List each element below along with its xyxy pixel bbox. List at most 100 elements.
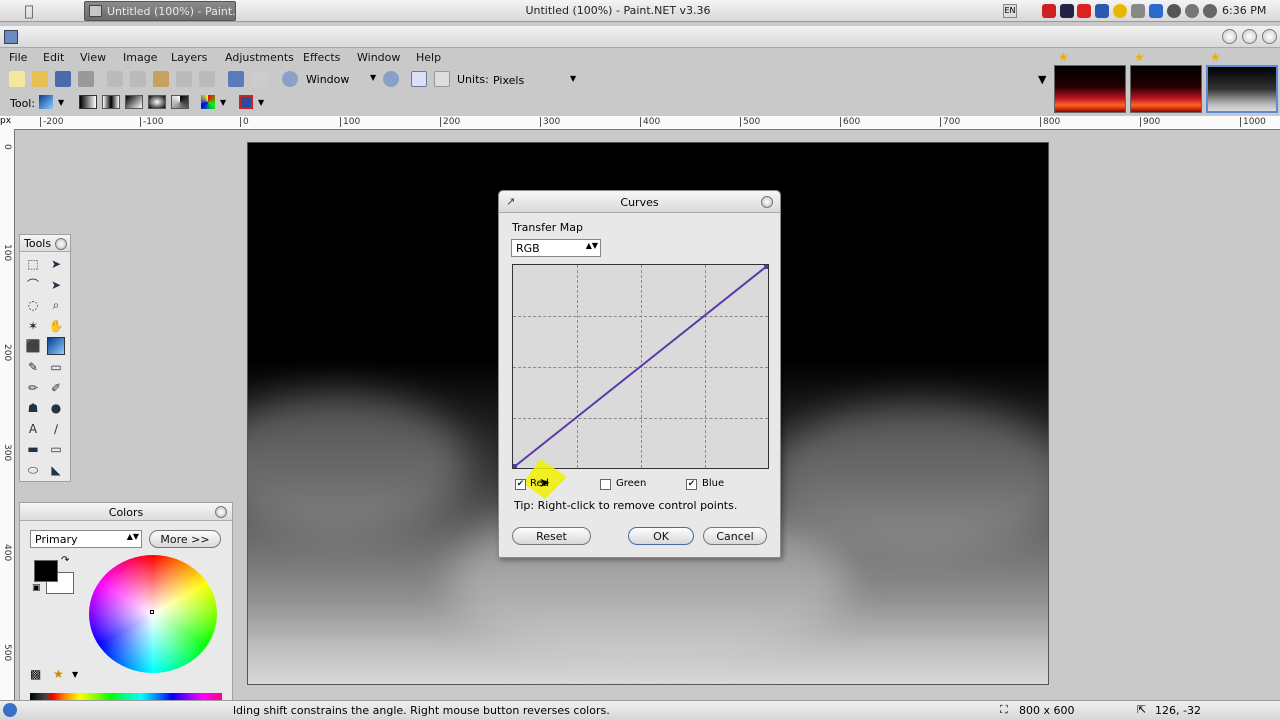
- line-curve-icon[interactable]: ∕: [47, 420, 65, 438]
- menu-view[interactable]: View: [80, 51, 106, 64]
- swap-colors-icon[interactable]: ↷: [61, 555, 69, 566]
- colors-panel-header[interactable]: Colors: [20, 503, 232, 521]
- color-mode-dropdown-icon[interactable]: ▼: [220, 98, 226, 107]
- ruler-unit-label: px: [0, 116, 14, 130]
- tools-panel-close-icon[interactable]: [55, 238, 67, 250]
- menu-edit[interactable]: Edit: [43, 51, 64, 64]
- reset-button[interactable]: Reset: [512, 527, 591, 545]
- freeform-shape-icon[interactable]: ◣: [47, 461, 65, 479]
- ellipse-select-icon[interactable]: ◌: [24, 296, 42, 314]
- grid-icon[interactable]: [411, 71, 427, 87]
- rounded-rect-icon[interactable]: ▭: [47, 440, 65, 458]
- menu-window[interactable]: Window: [357, 51, 400, 64]
- move-selection-icon[interactable]: ➤: [47, 255, 65, 273]
- copy-icon[interactable]: [130, 71, 146, 87]
- curves-close-icon[interactable]: [761, 196, 773, 208]
- transfer-map-label: Transfer Map: [512, 221, 583, 234]
- color-mode-icon[interactable]: [201, 95, 215, 109]
- control-point-low[interactable]: [513, 464, 517, 468]
- eraser-icon[interactable]: ▭: [47, 358, 65, 376]
- recolor-icon[interactable]: ●: [47, 399, 65, 417]
- save-icon[interactable]: [55, 71, 71, 87]
- control-point-high[interactable]: [764, 265, 768, 269]
- window-title-bar[interactable]: [0, 26, 1280, 48]
- curve-graph[interactable]: [512, 264, 769, 469]
- blend-mode-dropdown-icon[interactable]: ▼: [258, 98, 264, 107]
- open-icon[interactable]: [32, 71, 48, 87]
- redo-icon[interactable]: [251, 71, 267, 87]
- clone-stamp-icon[interactable]: ☗: [24, 399, 42, 417]
- zoom-out-icon[interactable]: [282, 71, 298, 87]
- text-icon[interactable]: A: [24, 420, 42, 438]
- cut-icon[interactable]: [107, 71, 123, 87]
- new-icon[interactable]: [9, 71, 25, 87]
- blue-checkbox[interactable]: ✔: [686, 479, 697, 490]
- menu-help[interactable]: Help: [416, 51, 441, 64]
- gradient-icon[interactable]: [47, 337, 65, 356]
- units-dropdown-arrow-icon[interactable]: ▼: [570, 74, 576, 83]
- color-mode-value: Primary: [35, 533, 78, 546]
- minimize-button[interactable]: [1222, 29, 1237, 44]
- paintbrush-icon[interactable]: ✎: [24, 358, 42, 376]
- conical-gradient-icon[interactable]: [171, 95, 189, 109]
- rect-select-icon[interactable]: ⬚: [24, 255, 42, 273]
- color-mode-select[interactable]: Primary ▲▼: [30, 530, 142, 548]
- cancel-button[interactable]: Cancel: [703, 527, 767, 545]
- pencil-icon[interactable]: ✏: [24, 379, 42, 397]
- menu-file[interactable]: File: [9, 51, 27, 64]
- primary-color-swatch[interactable]: [34, 560, 58, 582]
- colors-panel-close-icon[interactable]: [215, 506, 227, 518]
- image-thumbnail-1[interactable]: [1054, 65, 1126, 113]
- close-button[interactable]: [1262, 29, 1277, 44]
- rectangle-icon[interactable]: ▬: [24, 440, 42, 458]
- color-picker-icon[interactable]: ✐: [47, 379, 65, 397]
- menu-effects[interactable]: Effects: [303, 51, 340, 64]
- palette-menu-icon[interactable]: ★: [53, 667, 64, 681]
- curves-dialog-titlebar[interactable]: Curves: [499, 191, 780, 213]
- radial-gradient-icon[interactable]: [148, 95, 166, 109]
- maximize-button[interactable]: [1242, 29, 1257, 44]
- menu-adjustments[interactable]: Adjustments: [225, 51, 294, 64]
- zoom-in-icon[interactable]: [383, 71, 399, 87]
- reflected-gradient-icon[interactable]: [102, 95, 120, 109]
- images-list-arrow-icon[interactable]: ▼: [1038, 73, 1046, 86]
- zoom-select[interactable]: Window: [306, 73, 349, 86]
- menu-layers[interactable]: Layers: [171, 51, 207, 64]
- more-colors-button[interactable]: More >>: [149, 530, 221, 548]
- palette-dropdown-icon[interactable]: ▼: [72, 670, 78, 679]
- transfer-map-select[interactable]: RGB ▲▼: [511, 239, 601, 257]
- rulers-icon[interactable]: [434, 71, 450, 87]
- zoom-dropdown-arrow-icon[interactable]: ▼: [370, 73, 376, 82]
- image-thumbnail-active[interactable]: [1206, 65, 1278, 113]
- paste-icon[interactable]: [153, 71, 169, 87]
- green-checkbox[interactable]: [600, 479, 611, 490]
- move-selected-icon[interactable]: ➤: [47, 276, 65, 294]
- magic-wand-icon[interactable]: ✶: [24, 317, 42, 335]
- palette-icon[interactable]: ▩: [30, 667, 41, 681]
- undo-icon[interactable]: [228, 71, 244, 87]
- ok-button[interactable]: OK: [628, 527, 694, 545]
- help-icon[interactable]: [3, 703, 17, 717]
- crop-icon[interactable]: [176, 71, 192, 87]
- color-wheel[interactable]: [89, 555, 217, 673]
- paint-bucket-icon[interactable]: ⬛: [24, 337, 42, 355]
- menu-image[interactable]: Image: [123, 51, 157, 64]
- pan-icon[interactable]: ✋: [47, 317, 65, 335]
- ellipse-icon[interactable]: ⬭: [24, 461, 42, 479]
- v-ruler-label: 500: [2, 644, 12, 662]
- blend-mode-icon[interactable]: [239, 95, 253, 109]
- tool-dropdown-arrow-icon[interactable]: ▼: [58, 98, 64, 107]
- units-select[interactable]: Pixels: [493, 74, 524, 87]
- gradient-tool-icon[interactable]: [39, 95, 53, 109]
- deselect-icon[interactable]: [199, 71, 215, 87]
- diamond-gradient-icon[interactable]: [125, 95, 143, 109]
- reset-colors-icon[interactable]: ▣: [32, 583, 41, 593]
- image-thumbnail-2[interactable]: [1130, 65, 1202, 113]
- zoom-icon[interactable]: ⌕: [47, 296, 65, 314]
- print-icon[interactable]: [78, 71, 94, 87]
- transfer-curve[interactable]: [513, 265, 768, 468]
- h-ruler-label: 300: [540, 117, 560, 127]
- linear-gradient-icon[interactable]: [79, 95, 97, 109]
- lasso-icon[interactable]: ⌒: [24, 276, 42, 294]
- red-checkbox[interactable]: ✔: [515, 479, 526, 490]
